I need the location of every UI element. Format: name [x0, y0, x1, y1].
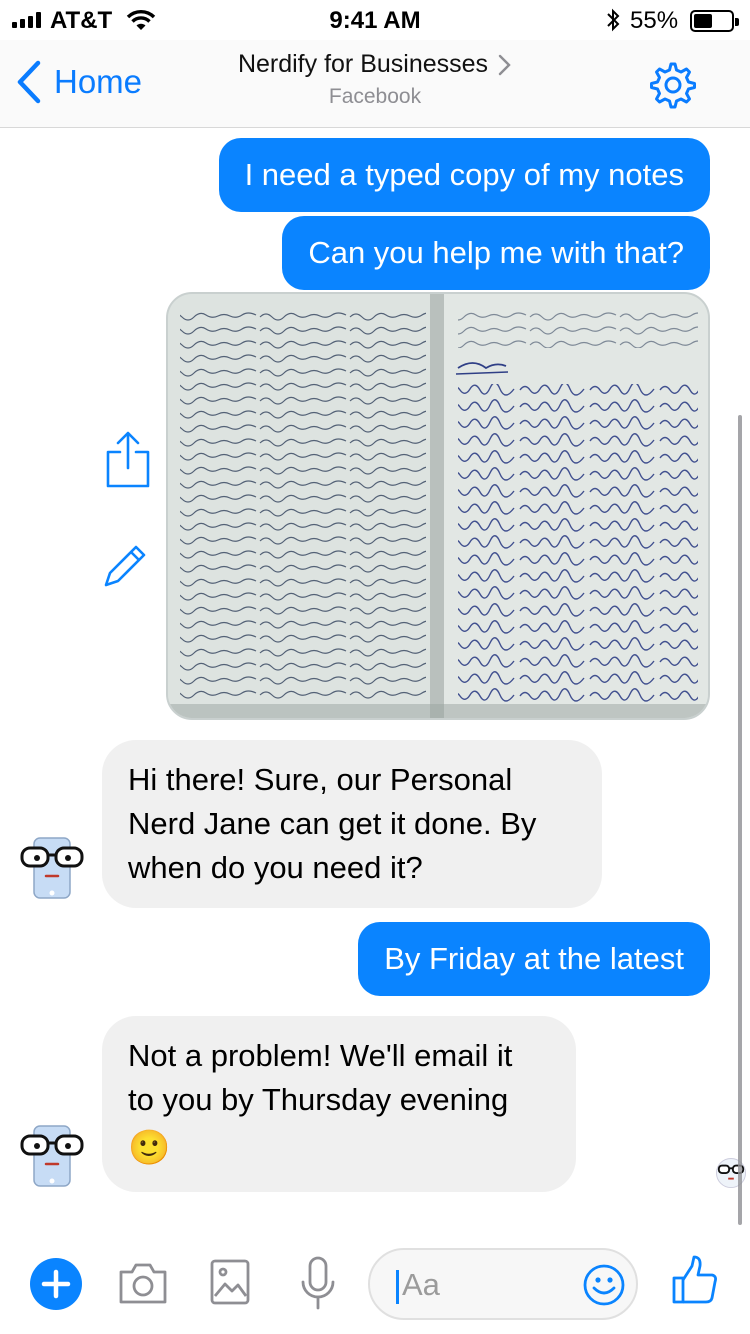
- message-bubble-incoming[interactable]: Not a problem! We'll email it to you by …: [102, 1016, 576, 1192]
- nerd-avatar-icon[interactable]: [20, 836, 84, 900]
- nerd-avatar-icon[interactable]: [20, 1124, 84, 1188]
- share-icon[interactable]: [104, 430, 152, 490]
- notebook-photo-image: [168, 294, 708, 718]
- text-caret: [396, 1270, 399, 1304]
- battery-fill: [694, 14, 712, 28]
- message-bubble-incoming[interactable]: Hi there! Sure, our Personal Nerd Jane c…: [102, 740, 602, 908]
- message-text: I need a typed copy of my notes: [244, 157, 684, 192]
- message-bubble-outgoing[interactable]: I need a typed copy of my notes: [218, 138, 710, 212]
- smiley-emoji: 🙂: [128, 1129, 171, 1167]
- thumbs-up-icon[interactable]: [672, 1254, 718, 1306]
- conversation-title[interactable]: Nerdify for Businesses Facebook: [0, 50, 750, 109]
- message-bubble-outgoing[interactable]: Can you help me with that?: [282, 216, 710, 290]
- edit-pencil-icon[interactable]: [102, 535, 150, 595]
- plus-icon[interactable]: [30, 1258, 82, 1310]
- status-bar: AT&T 9:41 AM 55%: [0, 0, 750, 40]
- chevron-right-icon: [498, 54, 511, 75]
- message-line: Nerd Jane can get it done. By: [128, 806, 537, 841]
- message-composer: Aa: [0, 1232, 750, 1334]
- message-input[interactable]: Aa: [368, 1248, 638, 1320]
- message-line: when do you need it?: [128, 850, 423, 885]
- message-line: Hi there! Sure, our Personal: [128, 762, 513, 797]
- gear-icon[interactable]: [646, 60, 696, 110]
- conversation-header: Home Nerdify for Businesses Facebook: [0, 40, 750, 128]
- gallery-icon[interactable]: [210, 1258, 250, 1306]
- message-line: to you by Thursday evening: [128, 1082, 509, 1117]
- message-text: By Friday at the latest: [384, 941, 684, 976]
- microphone-icon[interactable]: [300, 1256, 336, 1312]
- battery-percent: 55%: [630, 7, 679, 34]
- camera-icon[interactable]: [118, 1260, 168, 1306]
- bluetooth-icon: [607, 8, 620, 32]
- message-text: Can you help me with that?: [308, 235, 684, 270]
- battery-icon: [690, 10, 739, 32]
- message-line: Not a problem! We'll email it: [128, 1038, 513, 1073]
- page-title: Nerdify for Businesses: [237, 50, 489, 78]
- notebook-photo[interactable]: [166, 292, 710, 720]
- emoji-icon[interactable]: [582, 1263, 626, 1307]
- message-input-placeholder: Aa: [402, 1267, 440, 1302]
- scrollbar[interactable]: [738, 415, 742, 1225]
- page-subtitle: Facebook: [328, 85, 422, 108]
- message-bubble-outgoing[interactable]: By Friday at the latest: [358, 922, 710, 996]
